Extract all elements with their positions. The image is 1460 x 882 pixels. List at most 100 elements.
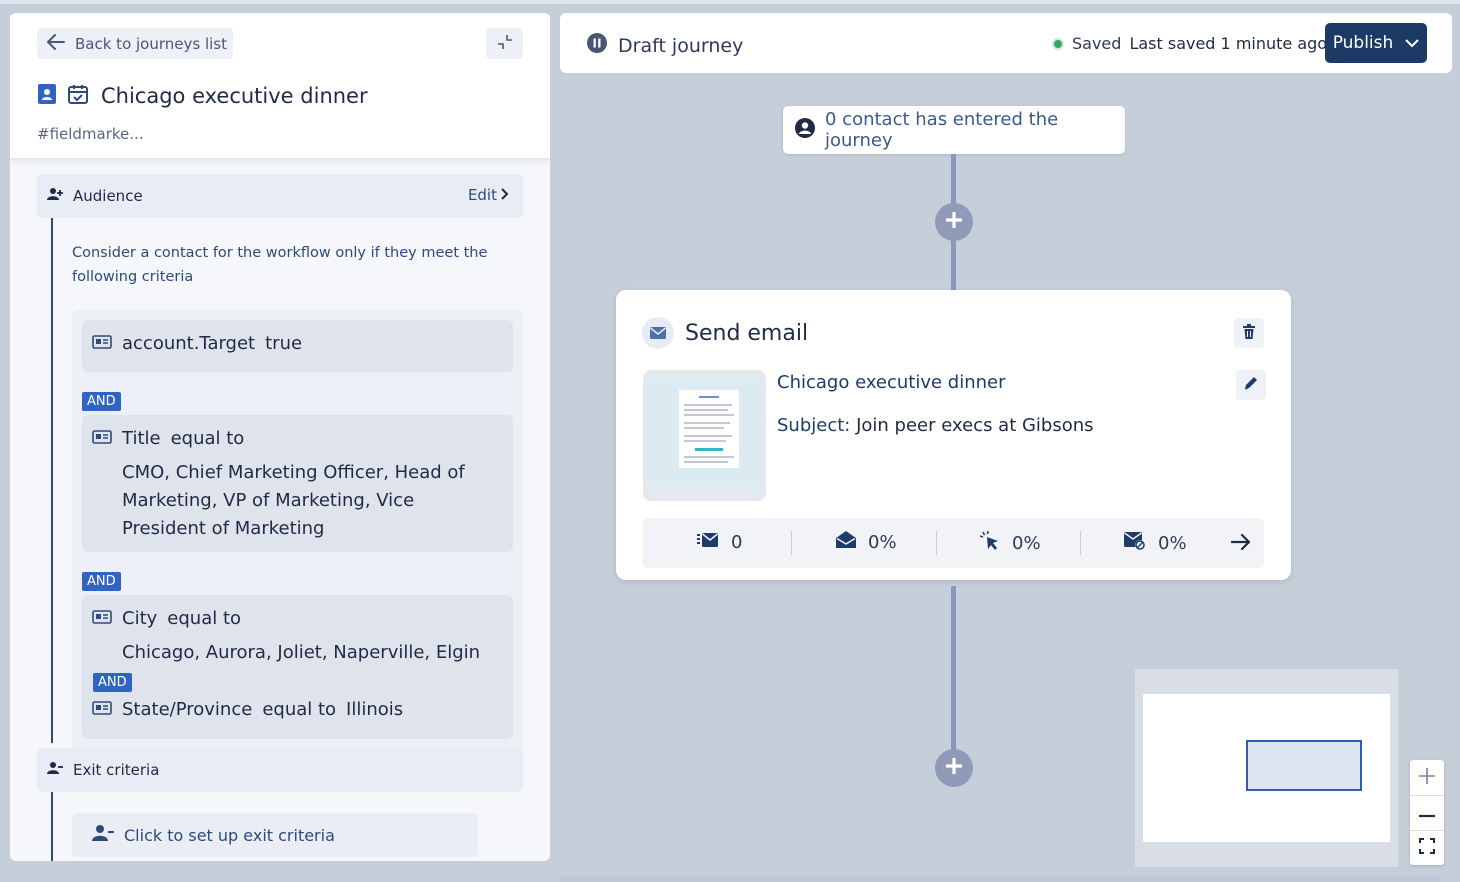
last-saved-label: Last saved 1 minute ago (1129, 34, 1328, 53)
envelope-icon (642, 317, 674, 349)
setup-exit-criteria-button[interactable]: Click to set up exit criteria (72, 813, 478, 857)
stat-clicked: 0% (979, 530, 1041, 556)
email-stats-bar: 0 0% 0% 0% (643, 518, 1264, 568)
arrow-left-icon (47, 33, 65, 54)
sent-icon (697, 531, 719, 554)
step-header: Send email (642, 317, 808, 349)
journey-title: Chicago executive dinner (101, 84, 368, 108)
minimap-viewport[interactable] (1246, 740, 1362, 791)
journey-settings-panel: Back to journeys list Chicago executive … (10, 13, 550, 861)
criteria-group: account.Target true AND Title equal to C… (72, 310, 523, 750)
audience-tree-line (51, 218, 53, 743)
pause-icon (586, 32, 608, 59)
collapse-panel-button[interactable] (486, 28, 523, 59)
calendar-check-icon (67, 83, 89, 109)
step-title: Send email (685, 320, 809, 346)
flow-connector (951, 586, 956, 751)
edit-audience-link[interactable]: Edit (468, 186, 509, 204)
and-badge: AND (82, 392, 121, 411)
condition-location-group[interactable]: City equal to Chicago, Aurora, Joliet, N… (82, 595, 513, 739)
plus-icon (945, 757, 963, 779)
zoom-out-icon (1418, 803, 1436, 822)
pencil-icon (1243, 375, 1259, 395)
unsubscribed-rate: 0% (1158, 533, 1187, 554)
person-minus-icon (47, 761, 63, 779)
saved-label: Saved (1072, 34, 1122, 53)
status-label: Draft journey (618, 34, 744, 57)
subject-text: Join peer execs at Gibsons (856, 415, 1094, 436)
and-badge: AND (82, 572, 121, 591)
condition-operator: equal to (167, 608, 242, 629)
exit-tree-line (51, 792, 53, 861)
zoom-in-icon (1418, 767, 1436, 789)
condition-operator: equal to (262, 699, 337, 720)
trash-icon (1243, 323, 1255, 343)
and-badge: AND (93, 673, 132, 692)
email-preview-page (679, 390, 739, 468)
opened-rate: 0% (868, 532, 897, 553)
user-circle-icon (794, 117, 816, 144)
exit-criteria-section-header[interactable]: Exit criteria (37, 748, 523, 792)
arrow-right-icon[interactable] (1230, 533, 1251, 555)
condition-field: City (122, 608, 158, 629)
condition-title[interactable]: Title equal to CMO, Chief Marketing Offi… (82, 415, 513, 552)
id-card-icon (92, 608, 112, 629)
condition-values: Chicago, Aurora, Joliet, Naperville, Elg… (122, 642, 481, 663)
email-thumbnail[interactable] (643, 370, 766, 501)
edit-email-button[interactable] (1236, 370, 1266, 400)
subject-label: Subject: (777, 415, 851, 436)
condition-city[interactable]: City equal to (92, 608, 241, 629)
sent-count: 0 (731, 532, 743, 553)
journey-title-row: Chicago executive dinner (37, 83, 368, 109)
back-label: Back to journeys list (75, 34, 227, 53)
email-subject: Subject: Join peer execs at Gibsons (777, 415, 1094, 436)
fit-view-button[interactable] (1410, 830, 1444, 865)
edit-label: Edit (467, 186, 497, 204)
entry-count-text: 0 contact has entered the journey (825, 109, 1059, 151)
condition-value: true (265, 333, 303, 354)
exit-cta-label: Click to set up exit criteria (124, 825, 335, 845)
condition-state[interactable]: State/Province equal to Illinois (92, 699, 403, 720)
save-status: Saved Last saved 1 minute ago (1052, 34, 1327, 53)
condition-field: account.Target (122, 333, 256, 354)
panel-body: Audience Edit Consider a contact for the… (10, 158, 550, 861)
id-card-icon (92, 699, 112, 720)
click-icon (979, 530, 1000, 556)
condition-account-target[interactable]: account.Target true (82, 320, 513, 372)
id-card-icon (92, 428, 112, 449)
zoom-in-button[interactable] (1410, 760, 1444, 795)
saved-status-dot (1052, 37, 1064, 50)
journey-entry-node[interactable]: 0 contact has entered the journey (783, 106, 1125, 154)
id-card-icon (92, 333, 112, 354)
stat-opened: 0% (836, 531, 897, 554)
condition-field: Title (122, 428, 161, 449)
condition-field: State/Province (122, 699, 253, 720)
back-to-journeys-button[interactable]: Back to journeys list (37, 28, 233, 59)
condition-values: CMO, Chief Marketing Officer, Head of Ma… (122, 462, 465, 539)
contact-card-icon (37, 83, 57, 109)
stat-unsubscribed: 0% (1124, 531, 1187, 556)
window-top-band (0, 0, 1460, 4)
zoom-controls (1410, 760, 1444, 865)
exit-criteria-label: Exit criteria (73, 761, 160, 779)
plus-icon (945, 211, 963, 233)
clicked-rate: 0% (1012, 533, 1041, 554)
zoom-out-button[interactable] (1410, 795, 1444, 830)
stat-sent: 0 (697, 531, 742, 554)
journey-toolbar: Draft journey Saved Last saved 1 minute … (560, 13, 1452, 73)
add-step-button[interactable] (935, 749, 973, 787)
audience-section-header[interactable]: Audience Edit (37, 174, 523, 218)
opened-icon (836, 531, 856, 554)
criteria-description: Consider a contact for the workflow only… (72, 245, 488, 285)
publish-label: Publish (1332, 33, 1394, 53)
fit-view-icon (1419, 837, 1435, 858)
email-name[interactable]: Chicago executive dinner (777, 372, 1006, 393)
person-add-icon (47, 187, 63, 205)
canvas-horizontal-scrollbar[interactable] (560, 876, 1440, 882)
audience-label: Audience (73, 187, 143, 205)
add-step-button[interactable] (935, 203, 973, 241)
publish-button[interactable]: Publish (1325, 23, 1427, 63)
panel-header: Back to journeys list Chicago executive … (10, 13, 550, 158)
delete-step-button[interactable] (1234, 318, 1264, 348)
send-email-step[interactable]: Send email Chicago executive dinner Subj… (616, 290, 1291, 580)
